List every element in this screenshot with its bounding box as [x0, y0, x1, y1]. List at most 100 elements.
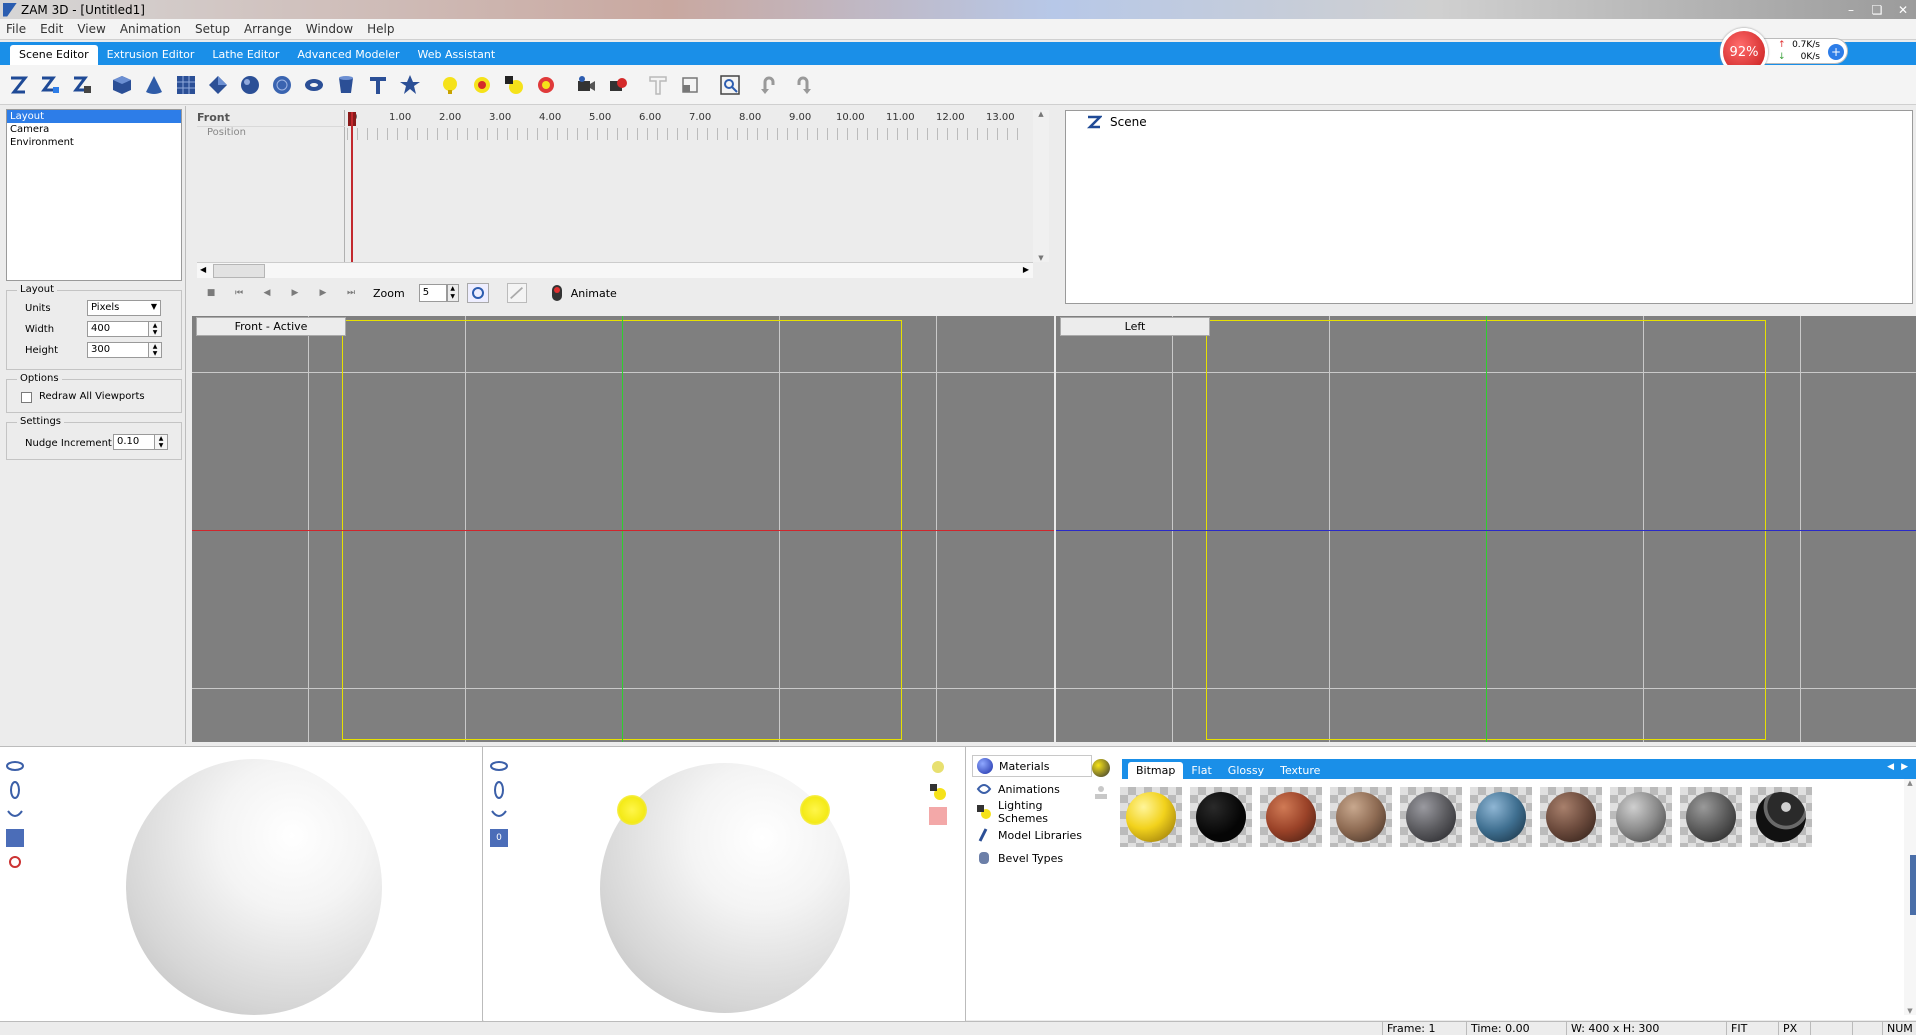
tab-flat[interactable]: Flat — [1183, 764, 1219, 779]
nav-item-environment[interactable]: Environment — [7, 136, 181, 149]
material-swatch-black[interactable] — [1190, 787, 1252, 847]
text-disabled-icon[interactable] — [646, 73, 670, 97]
zoom-input[interactable]: 5 — [418, 284, 447, 302]
light-source-2[interactable] — [800, 795, 830, 825]
light-rotate-horizontal-icon[interactable] — [490, 805, 508, 823]
scene-root-item[interactable]: Scene — [1086, 115, 1147, 129]
material-swatch-gold[interactable] — [1120, 787, 1182, 847]
animate-toggle-icon[interactable] — [549, 283, 565, 303]
rotate-horizontal-icon[interactable] — [6, 805, 24, 823]
nudge-increment-input[interactable]: 0.10 — [113, 434, 155, 450]
light-count-button[interactable]: 0 — [490, 829, 508, 847]
frame-icon[interactable] — [678, 73, 702, 97]
last-frame-icon[interactable]: ⏭ — [337, 288, 365, 298]
nudge-spinner[interactable]: ▲ ▼ — [154, 434, 168, 450]
play-icon[interactable]: ▶ — [281, 288, 309, 298]
scroll-down-icon[interactable]: ▼ — [1033, 254, 1049, 262]
plus-icon[interactable]: + — [1828, 44, 1844, 60]
tab-glossy[interactable]: Glossy — [1220, 764, 1272, 779]
camera-icon[interactable] — [574, 73, 598, 97]
menu-file[interactable]: File — [6, 22, 26, 36]
material-swatch-tan-stone[interactable] — [1330, 787, 1392, 847]
material-tools-icon[interactable] — [1092, 783, 1110, 801]
text-tool-icon[interactable] — [366, 73, 390, 97]
tab-advanced-modeler[interactable]: Advanced Modeler — [288, 45, 408, 65]
material-swatch-dark-wood[interactable] — [1540, 787, 1602, 847]
menu-arrange[interactable]: Arrange — [244, 22, 292, 36]
menu-help[interactable]: Help — [367, 22, 394, 36]
menu-setup[interactable]: Setup — [195, 22, 230, 36]
library-bevel-types[interactable]: Bevel Types — [972, 847, 1092, 869]
undo-icon[interactable] — [758, 73, 782, 97]
zoom-fit-icon[interactable] — [718, 73, 742, 97]
previous-frame-icon[interactable]: ◀ — [253, 288, 281, 298]
minimize-button[interactable]: – — [1838, 0, 1864, 19]
tab-scroll-right-icon[interactable]: ▶ — [1901, 762, 1908, 772]
point-light-icon[interactable] — [534, 73, 558, 97]
delete-light-icon[interactable] — [929, 807, 947, 825]
tab-texture[interactable]: Texture — [1272, 764, 1328, 779]
tab-web-assistant[interactable]: Web Assistant — [409, 45, 505, 65]
loop-icon[interactable] — [466, 283, 489, 303]
animate-label[interactable]: Animate — [571, 287, 617, 300]
tab-bitmap[interactable]: Bitmap — [1128, 762, 1184, 779]
tab-scroll-left-icon[interactable]: ◀ — [1887, 762, 1894, 772]
menu-window[interactable]: Window — [306, 22, 353, 36]
sphere-icon[interactable] — [238, 73, 262, 97]
redo-icon[interactable] — [790, 73, 814, 97]
material-ball-icon[interactable] — [1092, 759, 1110, 777]
rotate-vertical-icon[interactable] — [6, 781, 24, 799]
library-materials[interactable]: Materials — [972, 755, 1092, 777]
menu-edit[interactable]: Edit — [40, 22, 63, 36]
width-spinner[interactable]: ▲ ▼ — [148, 321, 162, 337]
light-rotate-vertical-icon[interactable] — [490, 781, 508, 799]
library-scroll-down-icon[interactable]: ▼ — [1904, 1007, 1916, 1015]
stop-icon[interactable]: ■ — [197, 288, 225, 298]
add-light-icon[interactable] — [929, 759, 947, 777]
pyramid-icon[interactable] — [206, 73, 230, 97]
grid-plane-icon[interactable] — [174, 73, 198, 97]
light-source-1[interactable] — [617, 795, 647, 825]
scroll-right-icon[interactable]: ▶ — [1023, 265, 1029, 274]
timeline-ruler[interactable]: 0 1.00 2.00 3.00 4.00 5.00 6.00 7.00 8.0… — [347, 110, 1019, 140]
star-icon[interactable] — [398, 73, 422, 97]
library-animations[interactable]: Animations — [972, 778, 1092, 800]
tab-extrusion-editor[interactable]: Extrusion Editor — [98, 45, 204, 65]
material-swatch-blue-marble[interactable] — [1470, 787, 1532, 847]
front-viewport-label[interactable]: Front - Active — [196, 317, 346, 336]
refresh-icon[interactable] — [6, 853, 24, 871]
left-viewport-label[interactable]: Left — [1060, 317, 1210, 336]
library-lighting-schemes[interactable]: Lighting Schemes — [972, 799, 1092, 825]
directional-light-icon[interactable] — [502, 73, 526, 97]
library-scroll-thumb[interactable] — [1910, 855, 1916, 915]
material-swatch-black-camo[interactable] — [1750, 787, 1812, 847]
rotate-free-icon[interactable] — [6, 757, 24, 775]
select-tool-icon[interactable] — [6, 73, 30, 97]
reset-rotation-icon[interactable] — [6, 829, 24, 847]
material-swatch-gray-metal[interactable] — [1610, 787, 1672, 847]
camera-target-icon[interactable] — [606, 73, 630, 97]
material-swatch-gray-granite[interactable] — [1400, 787, 1462, 847]
scroll-left-icon[interactable]: ◀ — [200, 265, 206, 274]
geosphere-icon[interactable] — [270, 73, 294, 97]
select-add-icon[interactable] — [38, 73, 62, 97]
cone-icon[interactable] — [142, 73, 166, 97]
first-frame-icon[interactable]: ⏮ — [225, 288, 253, 298]
height-spinner[interactable]: ▲ ▼ — [148, 342, 162, 358]
spotlight-icon[interactable] — [929, 783, 947, 801]
rotation-sphere[interactable] — [126, 759, 382, 1015]
menu-view[interactable]: View — [77, 22, 105, 36]
nav-item-layout[interactable]: Layout — [7, 110, 181, 123]
height-input[interactable]: 300 — [87, 342, 149, 358]
torus-icon[interactable] — [302, 73, 326, 97]
material-swatch-dark-gray[interactable] — [1680, 787, 1742, 847]
select-group-icon[interactable] — [70, 73, 94, 97]
close-button[interactable]: ✕ — [1890, 0, 1916, 19]
left-viewport[interactable]: Left — [1056, 316, 1916, 742]
tab-lathe-editor[interactable]: Lathe Editor — [203, 45, 288, 65]
cube-icon[interactable] — [110, 73, 134, 97]
spot-light-icon[interactable] — [470, 73, 494, 97]
tab-scene-editor[interactable]: Scene Editor — [10, 45, 98, 65]
nav-item-camera[interactable]: Camera — [7, 123, 181, 136]
units-select[interactable]: Pixels ▼ — [87, 300, 161, 316]
